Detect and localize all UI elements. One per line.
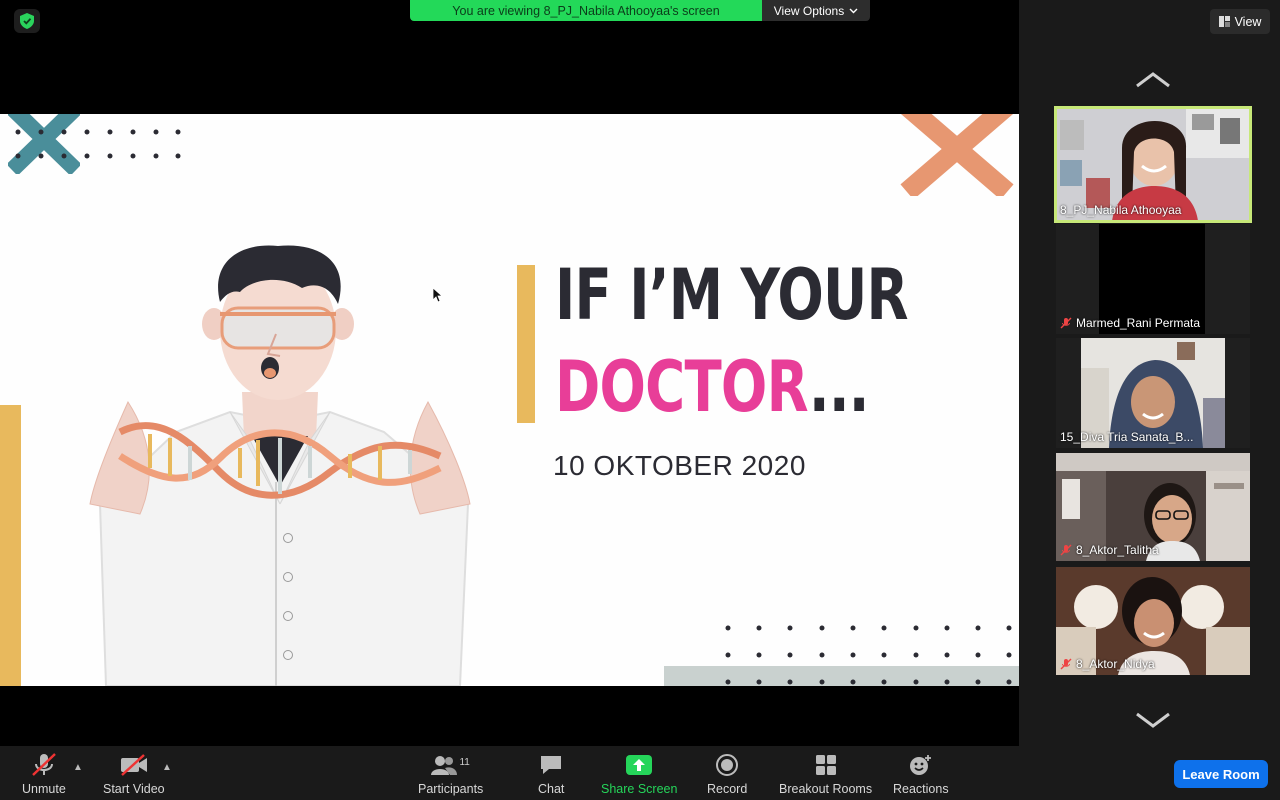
view-button[interactable]: View (1210, 9, 1270, 34)
unmute-label: Unmute (22, 782, 66, 796)
orange-cross-decoration (900, 114, 1014, 196)
participant-tile[interactable]: 8_Aktor_Talitha (1056, 453, 1250, 561)
reactions-button[interactable]: Reactions (893, 752, 949, 796)
slide-title-line1: IF I’M YOUR (555, 254, 909, 336)
zoom-meeting-window: You are viewing 8_PJ_Nabila Athooyaa's s… (0, 0, 1280, 800)
participant-name: Marmed_Rani Permata (1076, 316, 1201, 330)
share-screen-icon (626, 752, 653, 778)
yellow-accent-bar (517, 265, 535, 423)
participants-count: 11 (459, 756, 470, 768)
muted-mic-icon (1060, 658, 1072, 670)
share-screen-label: Share Screen (601, 782, 678, 796)
leave-room-label: Leave Room (1182, 766, 1260, 782)
participant-tile[interactable]: Marmed_Rani Permata (1056, 224, 1250, 334)
record-icon (716, 752, 739, 778)
shared-screen-slide: IF I’M YOUR DOCTOR... 10 OKTOBER 2020 (0, 114, 1019, 686)
muted-mic-icon (1060, 317, 1072, 329)
participants-button[interactable]: 11 Participants (418, 752, 483, 796)
screen-share-banner: You are viewing 8_PJ_Nabila Athooyaa's s… (410, 0, 762, 21)
view-options-button[interactable]: View Options (762, 0, 870, 21)
smiley-plus-icon (909, 752, 933, 778)
video-off-icon (120, 752, 148, 778)
participant-tile[interactable]: 8_Aktor_Nidya (1056, 567, 1250, 675)
view-label: View (1234, 14, 1262, 29)
view-options-label: View Options (773, 3, 845, 18)
muted-mic-icon (1060, 544, 1072, 556)
participant-name-row: 15_Diva Tria Sanata_B... (1060, 430, 1193, 444)
video-options-caret-icon[interactable]: ▲ (162, 762, 172, 773)
record-label: Record (707, 782, 748, 796)
doctor-illustration (89, 245, 471, 686)
chevron-down-icon (849, 8, 858, 13)
dot-grid-decoration (15, 129, 181, 159)
chat-button[interactable]: Chat (538, 752, 564, 796)
participant-name-row: 8_Aktor_Talitha (1060, 543, 1159, 557)
breakout-rooms-button[interactable]: Breakout Rooms (779, 752, 872, 796)
dot-grid-decoration-bottom (725, 625, 1012, 685)
participant-name-row: 8_Aktor_Nidya (1060, 657, 1155, 671)
audio-options-caret-icon[interactable]: ▲ (73, 762, 83, 773)
participant-name: 8_Aktor_Talitha (1076, 543, 1159, 557)
unmute-button[interactable]: Unmute (22, 752, 66, 796)
security-shield-icon[interactable] (14, 9, 40, 33)
participant-name-row: Marmed_Rani Permata (1060, 316, 1200, 330)
participant-name: 15_Diva Tria Sanata_B... (1060, 430, 1194, 444)
muted-mic-icon (31, 752, 57, 778)
participant-name: 8_Aktor_Nidya (1076, 657, 1155, 671)
slide-title-line2: DOCTOR... (555, 346, 870, 428)
reactions-label: Reactions (893, 782, 949, 796)
participant-name-row: 8_PJ_Nabila Athooyaa (1060, 203, 1181, 217)
mouse-cursor-icon (433, 288, 443, 303)
record-button[interactable]: Record (707, 752, 747, 796)
chat-bubble-icon (539, 752, 563, 778)
slide-title-ellipsis: ... (808, 346, 870, 428)
participant-name: 8_PJ_Nabila Athooyaa (1060, 203, 1182, 217)
participant-tile[interactable]: 8_PJ_Nabila Athooyaa (1054, 106, 1252, 223)
start-video-button[interactable]: Start Video (103, 752, 165, 796)
meeting-toolbar: Unmute ▲ Start Video ▲ 11 Participants C… (0, 746, 1280, 800)
chat-label: Chat (538, 782, 565, 796)
banner-text: You are viewing 8_PJ_Nabila Athooyaa's s… (452, 3, 720, 18)
chevron-down-icon[interactable] (1135, 710, 1171, 730)
breakout-rooms-icon (815, 752, 837, 778)
slide-title-highlight: DOCTOR (555, 346, 810, 428)
start-video-label: Start Video (103, 782, 165, 796)
yellow-side-bar (0, 405, 21, 686)
participants-label: Participants (418, 782, 484, 796)
leave-room-button[interactable]: Leave Room (1174, 760, 1268, 788)
breakout-rooms-label: Breakout Rooms (779, 782, 873, 796)
participants-icon: 11 (431, 752, 470, 778)
participant-tile[interactable]: 15_Diva Tria Sanata_B... (1056, 338, 1250, 448)
chevron-up-icon[interactable] (1135, 70, 1171, 90)
slide-date: 10 OKTOBER 2020 (553, 450, 806, 481)
share-screen-button[interactable]: Share Screen (601, 752, 677, 796)
grid-view-icon (1218, 16, 1230, 27)
